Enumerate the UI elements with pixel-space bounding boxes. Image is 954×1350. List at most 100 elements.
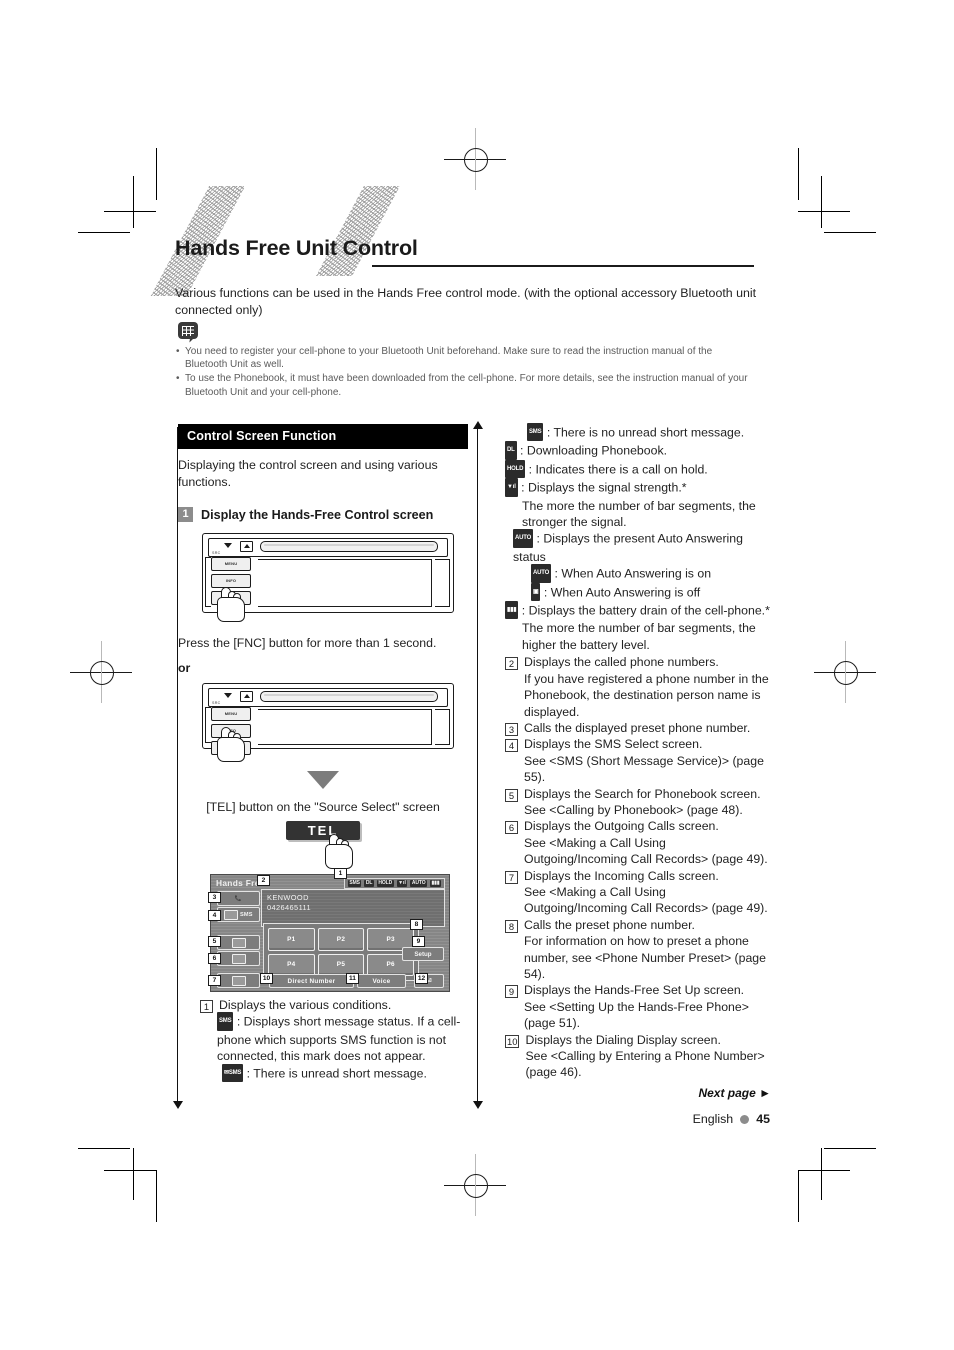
- flow-arrow-down-1: [307, 770, 339, 789]
- decor-hatch-band-2: [316, 186, 400, 276]
- crop-mark-tl-v: [133, 176, 134, 228]
- middle-column-flow-line: [477, 428, 479, 1103]
- left-callout-list: 1 Displays the various conditions. SMS :…: [200, 997, 470, 1083]
- preset-button-p4[interactable]: P4: [268, 953, 315, 976]
- hand-pointer-3: [325, 834, 355, 870]
- battery-note: The more the number of bar segments, the…: [522, 621, 756, 652]
- middle-flow-arrow-bottom: [473, 1101, 483, 1109]
- unit2-button-menu: MENU: [211, 706, 251, 721]
- crop-mark-tr-h2: [798, 211, 850, 212]
- phonebook-icon: [231, 937, 246, 948]
- list-item: 7 Displays the Incoming Calls screen. Se…: [505, 868, 770, 917]
- step-1-row: 1 Display the Hands-Free Control screen: [178, 507, 468, 523]
- signal-note: The more the number of bar segments, the…: [522, 498, 756, 530]
- device-preset-grid: P1 P2 P3 P4 P5 P6: [263, 923, 419, 981]
- callout-text: Displays the Incoming Calls screen.: [524, 868, 719, 883]
- signal-icon: ▼ıl: [396, 880, 408, 887]
- auto-answer-off-text: : When Auto Answering is off: [543, 585, 701, 600]
- footer-language: English: [692, 1112, 734, 1126]
- device-voice-button[interactable]: Voice: [357, 974, 406, 988]
- callout-text: Displays the Outgoing Calls screen.: [524, 819, 719, 834]
- note-bubble-icon: [178, 322, 202, 344]
- crop-mark-br-h2: [798, 1170, 850, 1171]
- notes-list: • You need to register your cell-phone to…: [176, 345, 751, 400]
- hand-pointer-2: [217, 726, 247, 762]
- callout-9: 9: [412, 936, 425, 947]
- section-description: Displaying the control screen and using …: [178, 458, 438, 489]
- callout-8: 8: [410, 919, 423, 930]
- list-item: 1 Displays the various conditions.: [200, 997, 470, 1013]
- incoming-call-icon: [231, 975, 246, 986]
- status-icon-row: HOLD : Indicates there is a call on hold…: [505, 459, 770, 479]
- list-item: 3 Calls the displayed preset phone numbe…: [505, 720, 770, 736]
- auto-answer-off-icon: ▣: [531, 582, 541, 602]
- registration-mark-right: [814, 641, 876, 703]
- note-text: To use the Phonebook, it must have been …: [185, 373, 748, 398]
- next-page-link[interactable]: Next page ►: [698, 1086, 771, 1100]
- sms-icon: SMS: [347, 880, 362, 887]
- preset-button-p1[interactable]: P1: [268, 928, 315, 951]
- crop-mark-tr-v2: [798, 148, 799, 200]
- unit-side-label-2: SRC: [212, 700, 221, 705]
- device-outgoing-button[interactable]: [217, 951, 260, 966]
- device-screen-illustration: Hands Free SMS DL HOLD ▼ıl AUTO ▮▮▮ KENW…: [208, 868, 450, 992]
- device-direct-number-button[interactable]: Direct Number: [269, 974, 354, 988]
- unit-button-info: INFO: [211, 574, 251, 589]
- callout-number: 8: [505, 919, 518, 933]
- list-item: 2 Displays the called phone numbers. If …: [505, 654, 770, 720]
- auto-answer-on-icon: AUTO: [531, 564, 552, 583]
- callout-7: 7: [208, 975, 221, 986]
- hand-pointer-1: [217, 587, 247, 623]
- callout-subtext: See <Calling by Entering a Phone Number>…: [525, 1049, 765, 1080]
- status-icon-text: : There is no unread short message.: [546, 425, 745, 440]
- device-contact-name: KENWOOD: [267, 893, 309, 902]
- callout-text: Displays the Hands-Free Set Up screen.: [524, 983, 745, 998]
- manual-page: Hands Free Unit Control Various function…: [0, 0, 954, 1350]
- title-rule: [372, 265, 754, 267]
- page-footer: English 45: [693, 1112, 770, 1126]
- outgoing-call-icon: [231, 953, 246, 964]
- crop-mark-br-v2: [798, 1170, 799, 1222]
- head-unit-illustration-1: SRC MENU INFO FNC: [202, 533, 454, 623]
- step-number-badge: 1: [178, 507, 193, 523]
- hold-icon: HOLD: [505, 459, 526, 479]
- sms-icon: SMS: [527, 423, 544, 442]
- callout-10: 10: [260, 973, 273, 984]
- note-item: • To use the Phonebook, it must have been…: [176, 372, 751, 398]
- section-header: Control Screen Function: [178, 424, 468, 449]
- callout-number: 3: [505, 722, 518, 736]
- callout-text: Calls the displayed preset phone number.: [524, 720, 751, 735]
- crop-mark-tr-h: [824, 232, 876, 233]
- auto-answer-on-text: : When Auto Answering is on: [554, 566, 712, 581]
- status-icon-text: : Displays the signal strength.*: [521, 480, 687, 495]
- left-column: Control Screen Function Displaying the c…: [178, 424, 468, 893]
- device-call-button[interactable]: 📞: [217, 891, 260, 906]
- crop-mark-tl-v2: [156, 148, 157, 200]
- callout-11: 11: [346, 973, 359, 984]
- crop-mark-bl-v: [133, 1148, 134, 1200]
- battery-icon: ▮▮▮: [430, 880, 441, 887]
- sms-envelope-icon: [224, 909, 239, 920]
- crop-mark-tl-h2: [104, 211, 156, 212]
- note-item: • You need to register your cell-phone to…: [176, 345, 751, 371]
- page-title: Hands Free Unit Control: [175, 236, 418, 260]
- preset-button-p2[interactable]: P2: [317, 928, 365, 951]
- device-sms-button[interactable]: SMS: [217, 907, 260, 922]
- unit-button-menu: MENU: [211, 557, 251, 572]
- callout-number: 4: [505, 739, 518, 753]
- device-incoming-button[interactable]: [217, 973, 260, 988]
- dl-icon: DL: [505, 441, 517, 460]
- callout-subtext: See <Making a Call Using Outgoing/Incomi…: [524, 884, 768, 916]
- callout-subtext: See <Calling by Phonebook> (page 48).: [524, 802, 743, 817]
- unit-side-label-1: SRC: [212, 551, 221, 556]
- crop-mark-bl-h: [78, 1148, 130, 1149]
- callout-subtext: For information on how to preset a phone…: [524, 934, 766, 981]
- battery-row: ▮▮▮ : Displays the battery drain of the …: [505, 601, 770, 620]
- callout-number: 5: [505, 788, 518, 802]
- status-icon-row: SMS : There is no unread short message.: [505, 423, 770, 442]
- crop-mark-bl-v2: [156, 1170, 157, 1222]
- device-phonebook-button[interactable]: [217, 935, 260, 950]
- list-item: 6 Displays the Outgoing Calls screen. Se…: [505, 818, 770, 867]
- device-setup-button[interactable]: Setup: [402, 947, 444, 961]
- note-text: You need to register your cell-phone to …: [185, 346, 713, 371]
